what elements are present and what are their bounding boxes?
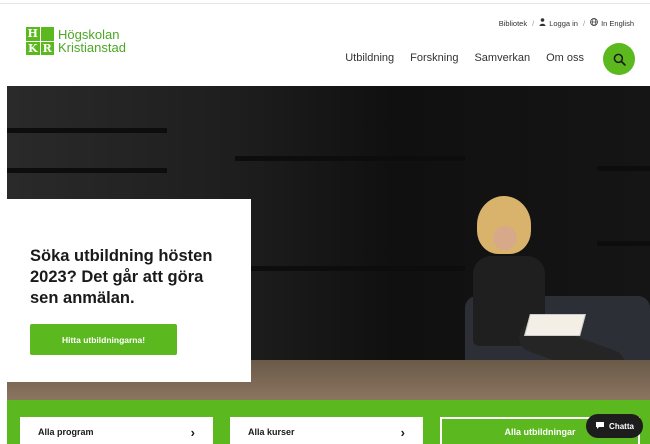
bookshelf [235,86,465,400]
separator: / [582,18,586,28]
top-border [0,0,650,4]
nav-item-om-oss[interactable]: Om oss [546,52,584,64]
all-programs-label: Alla program [38,427,94,437]
chevron-right-icon: › [400,424,405,440]
all-education-label: Alla utbildningar [504,427,576,437]
logo-letter [40,27,54,41]
nav-item-forskning[interactable]: Forskning [410,52,458,64]
nav-item-samverkan[interactable]: Samverkan [474,52,530,64]
site-logo[interactable]: H K R Högskolan Kristianstad [26,27,126,55]
reader-face [493,226,517,250]
logo-letter: K [26,41,40,55]
hero-headline: Söka utbildning hösten 2023? Det går att… [30,247,213,307]
globe-icon [590,18,598,28]
all-programs-link[interactable]: Alla program › [20,417,213,444]
logo-line-2: Kristianstad [58,40,126,55]
main-nav: Utbildning Forskning Samverkan Om oss [329,52,584,64]
logo-mark: H K R [26,27,54,55]
search-icon [613,53,626,66]
search-button[interactable] [603,43,635,75]
chat-label: Chatta [609,421,634,431]
open-book [524,314,586,336]
library-link[interactable]: Bibliotek [499,19,527,28]
separator: / [532,18,535,28]
all-courses-link[interactable]: Alla kurser › [230,417,423,444]
bookshelf [7,86,167,206]
login-link[interactable]: Logga in [549,19,578,28]
hero-card: Söka utbildning hösten 2023? Det går att… [7,199,251,382]
language-link[interactable]: In English [601,19,634,28]
logo-letter: H [26,27,40,41]
chat-bubble-icon [595,421,605,432]
chat-button[interactable]: Chatta [586,414,643,438]
utility-nav: Bibliotek / Logga in / In English [499,18,634,28]
logo-text: Högskolan Kristianstad [58,28,126,54]
nav-item-utbildning[interactable]: Utbildning [345,52,394,64]
find-programs-button[interactable]: Hitta utbildningarna! [30,324,177,355]
chevron-right-icon: › [190,424,195,440]
all-courses-label: Alla kurser [248,427,295,437]
user-icon [539,18,546,28]
quicklinks-band: Alla program › Alla kurser › Alla utbild… [7,400,650,444]
logo-letter: R [40,41,54,55]
